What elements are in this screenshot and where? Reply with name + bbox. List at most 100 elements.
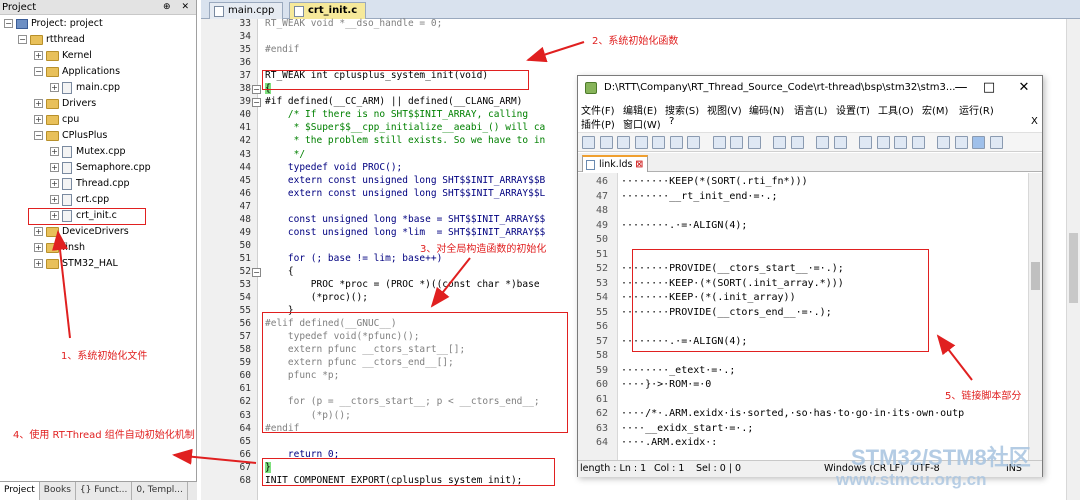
expand-icon[interactable]: + [50,147,59,156]
expand-icon[interactable]: + [50,179,59,188]
menu-item[interactable]: 运行(R) [959,102,994,117]
menu-item[interactable]: 设置(T) [836,102,870,117]
menu-item[interactable]: ? [669,116,674,127]
save-icon[interactable] [617,136,630,149]
menu-item[interactable]: 语言(L) [794,102,827,117]
menu-item[interactable]: 编辑(E) [623,102,657,117]
tree-item-label: crt.cpp [76,194,110,205]
line-number: 61 [239,383,251,395]
tree-item[interactable]: − Applications [34,64,120,80]
tab-label: main.cpp [228,5,275,16]
collapse-icon[interactable]: − [34,67,43,76]
expand-icon[interactable]: + [34,227,43,236]
tree-item[interactable]: − CPlusPlus [34,128,107,144]
menu-item[interactable]: 窗口(W) [623,116,661,131]
doc-map-icon[interactable] [989,136,1003,149]
scrollbar-thumb[interactable] [1031,262,1040,290]
print-icon[interactable] [687,136,700,149]
new-icon[interactable] [582,136,595,149]
expand-icon[interactable]: + [34,243,43,252]
menu-item[interactable]: 文件(F) [581,102,615,117]
fold-marker-icon[interactable]: − [252,267,261,277]
menu-item[interactable]: 搜索(S) [665,102,699,117]
redo-icon[interactable] [790,136,804,149]
tree-item[interactable]: + Drivers [34,96,96,112]
scrollbar-thumb[interactable] [1069,233,1078,303]
menu-item[interactable]: 宏(M) [922,102,948,117]
collapse-icon[interactable]: − [34,131,43,140]
note-5: 5、链接脚本部分 [945,391,1022,402]
tree-item[interactable]: + Thread.cpp [50,176,130,192]
code-line: { [265,265,294,277]
line-number: 62 [239,396,251,408]
open-icon[interactable] [599,136,613,149]
tree-item[interactable]: − Project: project [4,16,103,32]
tab-close-icon[interactable]: ⊠ [635,159,643,170]
code-line: extern const unsigned long SHT$$INIT_ARR… [265,187,546,199]
expand-icon[interactable]: + [34,51,43,60]
sync-h-icon[interactable] [911,136,925,149]
fold-marker-icon[interactable]: − [252,98,261,108]
cut-icon[interactable] [712,136,726,149]
zoom-in-icon[interactable] [859,136,872,149]
indent-guide-icon[interactable] [972,136,985,149]
bottom-tab[interactable]: Project [0,482,40,500]
wrap-icon[interactable] [937,136,950,149]
undo-icon[interactable] [773,136,786,149]
close-button[interactable]: ✕ [1009,76,1039,100]
bottom-tab[interactable]: 0, Templ... [132,482,188,500]
tree-item[interactable]: + crt.cpp [50,192,109,208]
expand-icon[interactable]: + [34,99,43,108]
menu-item[interactable]: 视图(V) [707,102,742,117]
tree-item[interactable]: + finsh [34,240,85,256]
find-icon[interactable] [816,136,829,149]
tree-item[interactable]: + DeviceDrivers [34,224,129,240]
expand-icon[interactable]: + [50,195,59,204]
tree-item[interactable]: + STM32_HAL [34,256,118,272]
close-icon[interactable] [652,136,665,149]
close-all-icon[interactable] [669,136,683,149]
paste-icon[interactable] [747,136,761,149]
menu-close-icon[interactable]: X [1031,116,1038,127]
folder-icon [46,50,59,61]
line-number: 54 [239,292,251,304]
tree-item[interactable]: + cpu [34,112,79,128]
highlight-box-crt-init [28,208,146,225]
menu-item[interactable]: 插件(P) [581,116,615,131]
tree-item[interactable]: + Kernel [34,48,92,64]
zoom-out-icon[interactable] [876,136,890,149]
tree-item[interactable]: − rtthread [18,32,85,48]
panel-pin-close-buttons[interactable]: ⊕ ✕ [163,0,193,15]
tab-crt-init-c[interactable]: crt_init.c [289,2,367,19]
tree-item[interactable]: + Semaphore.cpp [50,160,151,176]
expand-icon[interactable]: + [34,259,43,268]
line-number: 48 [239,213,251,225]
sync-v-icon[interactable] [894,136,907,149]
notepad-scrollbar[interactable] [1028,173,1042,460]
line-number: 57 [595,335,608,347]
menu-item[interactable]: 工具(O) [878,102,914,117]
expand-icon[interactable]: + [50,163,59,172]
collapse-icon[interactable]: − [4,19,13,28]
tree-item[interactable]: + main.cpp [50,80,120,96]
tab-link-lds[interactable]: link.lds ⊠ [582,155,649,172]
collapse-icon[interactable]: − [18,35,27,44]
save-all-icon[interactable] [634,136,648,149]
folder-icon [46,98,59,109]
fold-marker-icon[interactable]: − [252,85,261,95]
tree-item[interactable]: + Mutex.cpp [50,144,126,160]
maximize-button[interactable]: □ [974,76,1004,100]
expand-icon[interactable]: + [34,115,43,124]
menu-item[interactable]: 编码(N) [749,102,784,117]
editor-scrollbar[interactable] [1066,19,1080,500]
tab-main-cpp[interactable]: main.cpp [209,2,284,19]
minimize-button[interactable]: — [946,76,976,100]
replace-icon[interactable] [833,136,847,149]
expand-icon[interactable]: + [50,83,59,92]
code-line: RT_WEAK void *__dso_handle = 0; [265,18,443,29]
copy-icon[interactable] [730,136,743,149]
line-number: 49 [239,226,251,238]
all-chars-icon[interactable] [954,136,968,149]
bottom-tab[interactable]: {} Funct... [76,482,133,500]
bottom-tab[interactable]: Books [40,482,76,500]
